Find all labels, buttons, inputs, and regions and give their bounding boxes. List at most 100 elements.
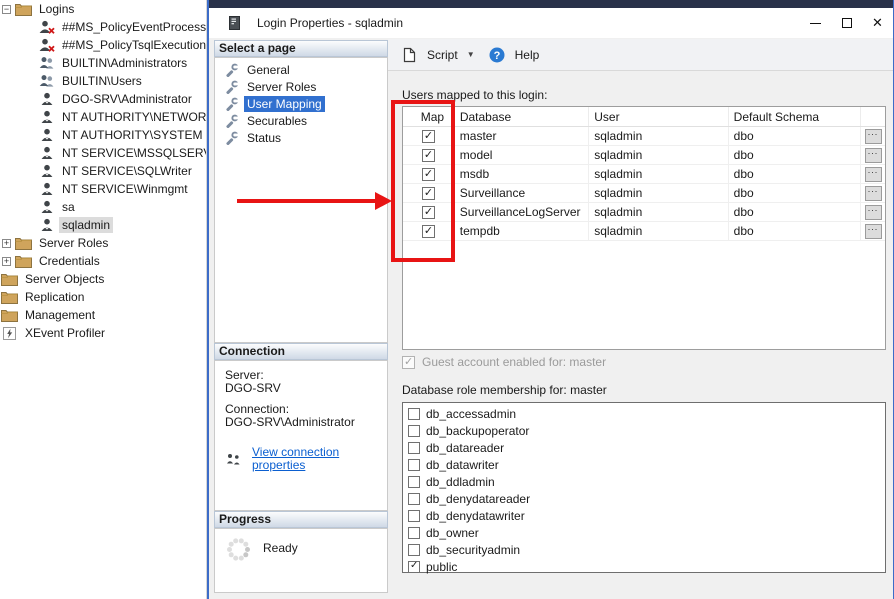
tree-item-nt-service-winmgmt[interactable]: NT SERVICE\Winmgmt bbox=[0, 180, 206, 198]
tree-item-sqladmin[interactable]: sqladmin bbox=[0, 216, 206, 234]
script-button[interactable]: Script ▼ bbox=[400, 47, 475, 63]
role-item-db-accessadmin[interactable]: db_accessadmin bbox=[403, 405, 885, 422]
tree-item-nt-authority-network[interactable]: NT AUTHORITY\NETWORK bbox=[0, 108, 206, 126]
browse-schema-button[interactable]: ... bbox=[865, 205, 882, 220]
column-header-default-schema: Default Schema bbox=[729, 107, 861, 126]
tree-item-server-roles[interactable]: +Server Roles bbox=[0, 234, 206, 252]
role-item-db-owner[interactable]: db_owner bbox=[403, 524, 885, 541]
guest-account-label: Guest account enabled for: master bbox=[422, 355, 606, 369]
minimize-icon bbox=[810, 23, 821, 24]
xevent-icon bbox=[1, 325, 18, 341]
tree-item-ms-policyeventprocessin[interactable]: ##MS_PolicyEventProcessin bbox=[0, 18, 206, 36]
page-item-server-roles[interactable]: Server Roles bbox=[215, 78, 387, 95]
browse-schema-button[interactable]: ... bbox=[865, 148, 882, 163]
expand-icon[interactable]: + bbox=[2, 257, 11, 266]
annotation-arrow-head-icon bbox=[375, 192, 392, 210]
role-label: db_securityadmin bbox=[426, 543, 520, 557]
server-value: DGO-SRV bbox=[225, 382, 387, 395]
role-checkbox[interactable] bbox=[408, 561, 420, 573]
page-item-securables[interactable]: Securables bbox=[215, 112, 387, 129]
page-item-user-mapping[interactable]: User Mapping bbox=[215, 95, 387, 112]
tree-item-management[interactable]: Management bbox=[0, 306, 206, 324]
close-icon: ✕ bbox=[872, 18, 883, 28]
role-checkbox[interactable] bbox=[408, 476, 420, 488]
role-checkbox[interactable] bbox=[408, 510, 420, 522]
role-item-db-denydatawriter[interactable]: db_denydatawriter bbox=[403, 507, 885, 524]
schema-browse-cell: ... bbox=[861, 184, 885, 202]
role-checkbox[interactable] bbox=[408, 493, 420, 505]
role-checkbox[interactable] bbox=[408, 544, 420, 556]
table-row-tempdb[interactable]: tempdbsqladmindbo... bbox=[403, 222, 885, 241]
wrench-icon bbox=[223, 79, 240, 95]
role-label: public bbox=[426, 560, 457, 574]
role-checkbox[interactable] bbox=[408, 408, 420, 420]
login-properties-dialog: Login Properties - sqladmin ✕ Select a p… bbox=[207, 0, 894, 599]
browse-schema-button[interactable]: ... bbox=[865, 129, 882, 144]
tree-item-nt-authority-system[interactable]: NT AUTHORITY\SYSTEM bbox=[0, 126, 206, 144]
progress-header: Progress bbox=[214, 511, 388, 528]
user-icon bbox=[38, 163, 55, 179]
role-item-db-securityadmin[interactable]: db_securityadmin bbox=[403, 541, 885, 558]
dialog-titlebar[interactable]: Login Properties - sqladmin ✕ bbox=[209, 8, 893, 38]
browse-schema-button[interactable]: ... bbox=[865, 186, 882, 201]
tree-item-replication[interactable]: Replication bbox=[0, 288, 206, 306]
maximize-button[interactable] bbox=[831, 8, 862, 38]
tree-item-label: BUILTIN\Users bbox=[59, 73, 145, 89]
chevron-down-icon[interactable]: ▼ bbox=[467, 50, 475, 59]
schema-browse-cell: ... bbox=[861, 165, 885, 183]
tree-item-builtin-users[interactable]: BUILTIN\Users bbox=[0, 72, 206, 90]
column-header-database: Database bbox=[455, 107, 589, 126]
table-row-model[interactable]: modelsqladmindbo... bbox=[403, 146, 885, 165]
tree-item-nt-service-mssqlserver[interactable]: NT SERVICE\MSSQLSERVER bbox=[0, 144, 206, 162]
role-item-db-datawriter[interactable]: db_datawriter bbox=[403, 456, 885, 473]
table-row-master[interactable]: mastersqladmindbo... bbox=[403, 127, 885, 146]
tree-item-builtin-administrators[interactable]: BUILTIN\Administrators bbox=[0, 54, 206, 72]
role-item-db-backupoperator[interactable]: db_backupoperator bbox=[403, 422, 885, 439]
tree-item-label: sqladmin bbox=[59, 217, 113, 233]
browse-schema-button[interactable]: ... bbox=[865, 224, 882, 239]
tree-item-logins[interactable]: −Logins bbox=[0, 0, 206, 18]
guest-account-checkbox bbox=[402, 356, 415, 369]
schema-cell: dbo bbox=[729, 203, 861, 221]
tree-item-nt-service-sqlwriter[interactable]: NT SERVICE\SQLWriter bbox=[0, 162, 206, 180]
maximize-icon bbox=[842, 18, 852, 28]
table-row-msdb[interactable]: msdbsqladmindbo... bbox=[403, 165, 885, 184]
minimize-button[interactable] bbox=[800, 8, 831, 38]
connection-panel: Server: DGO-SRV Connection: DGO-SRV\Admi… bbox=[214, 360, 388, 511]
role-label: db_datareader bbox=[426, 441, 504, 455]
folder-icon bbox=[1, 307, 18, 323]
close-button[interactable]: ✕ bbox=[862, 8, 893, 38]
table-row-surveillance[interactable]: Surveillancesqladmindbo... bbox=[403, 184, 885, 203]
role-checkbox[interactable] bbox=[408, 425, 420, 437]
page-item-general[interactable]: General bbox=[215, 61, 387, 78]
role-item-db-datareader[interactable]: db_datareader bbox=[403, 439, 885, 456]
role-item-db-denydatareader[interactable]: db_denydatareader bbox=[403, 490, 885, 507]
role-checkbox[interactable] bbox=[408, 527, 420, 539]
tree-item-xevent-profiler[interactable]: XEvent Profiler bbox=[0, 324, 206, 342]
tree-item-sa[interactable]: sa bbox=[0, 198, 206, 216]
user-x-icon bbox=[38, 37, 55, 53]
table-row-surveillancelogserver[interactable]: SurveillanceLogServersqladmindbo... bbox=[403, 203, 885, 222]
role-checkbox[interactable] bbox=[408, 442, 420, 454]
page-item-status[interactable]: Status bbox=[215, 129, 387, 146]
view-connection-properties-link[interactable]: View connection properties bbox=[252, 446, 387, 472]
wrench-icon bbox=[223, 130, 240, 146]
page-item-label: Server Roles bbox=[244, 79, 319, 95]
schema-cell: dbo bbox=[729, 146, 861, 164]
wrench-icon bbox=[223, 62, 240, 78]
collapse-icon[interactable]: − bbox=[2, 5, 11, 14]
tree-item-label: Credentials bbox=[36, 253, 103, 269]
browse-schema-button[interactable]: ... bbox=[865, 167, 882, 182]
expand-icon[interactable]: + bbox=[2, 239, 11, 248]
user-icon bbox=[38, 181, 55, 197]
wrench-icon bbox=[223, 96, 240, 112]
role-checkbox[interactable] bbox=[408, 459, 420, 471]
tree-item-server-objects[interactable]: Server Objects bbox=[0, 270, 206, 288]
tree-item-credentials[interactable]: + Credentials bbox=[0, 252, 206, 270]
schema-cell: dbo bbox=[729, 127, 861, 145]
tree-item-dgo-srv-administrator[interactable]: DGO-SRV\Administrator bbox=[0, 90, 206, 108]
role-item-public[interactable]: public bbox=[403, 558, 885, 575]
role-item-db-ddladmin[interactable]: db_ddladmin bbox=[403, 473, 885, 490]
help-button[interactable]: ? Help bbox=[489, 47, 540, 63]
tree-item-ms-policytsqlexecutionl[interactable]: ##MS_PolicyTsqlExecutionL bbox=[0, 36, 206, 54]
